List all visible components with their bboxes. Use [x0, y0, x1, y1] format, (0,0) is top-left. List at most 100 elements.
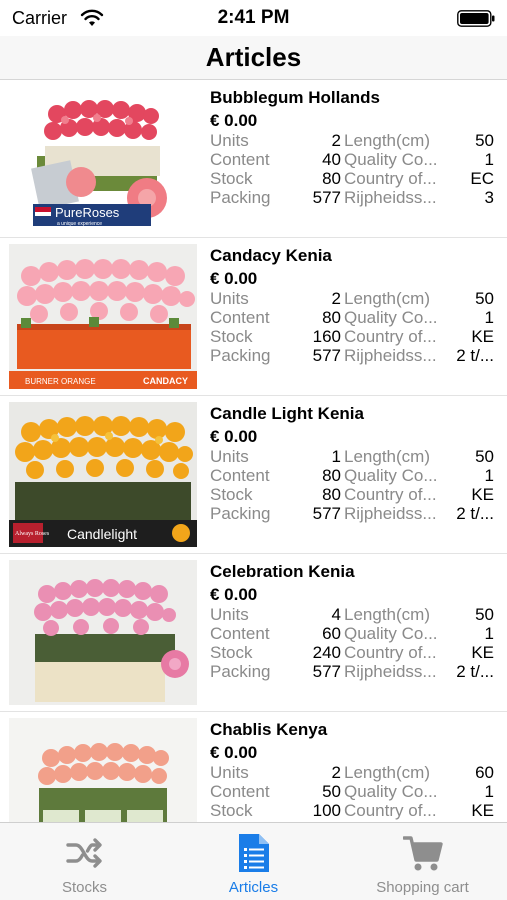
units-label: Units [210, 447, 249, 466]
article-name: Candacy Kenia [210, 246, 332, 265]
units-value: 4 [331, 605, 341, 624]
article-price: € 0.00 [210, 269, 258, 288]
content-value: 60 [322, 624, 341, 643]
ripeness-label: Rijpheidss... [344, 504, 437, 523]
ripeness-value: 2 t/... [456, 662, 494, 681]
quality-label: Quality Co... [344, 308, 438, 327]
country-label: Country of... [344, 327, 437, 346]
units-value: 2 [331, 131, 341, 150]
article-thumbnail: Always Roses Candlelight [9, 402, 197, 547]
ripeness-label: Rijpheidss... [344, 346, 437, 365]
units-value: 2 [331, 289, 341, 308]
length-label: Length(cm) [344, 605, 430, 624]
stock-value: 80 [322, 485, 341, 504]
page-title: Articles [205, 42, 302, 72]
tab-label: Articles [228, 879, 279, 896]
article-price: € 0.00 [210, 585, 258, 604]
content-value: 50 [322, 782, 341, 801]
quality-value: 1 [484, 466, 494, 485]
status-bar: Carrier 2:41 PM [0, 0, 507, 36]
article-list[interactable]: PureRoses a unique experience Bubblegum … [0, 80, 507, 822]
shuffle-icon [65, 838, 102, 868]
article-info: Celebration Kenia € 0.00 Units 4 Length(cm… [210, 562, 498, 681]
quality-label: Quality Co... [344, 466, 438, 485]
content-value: 80 [322, 466, 341, 485]
quality-value: 1 [484, 782, 494, 801]
length-label: Length(cm) [344, 289, 430, 308]
quality-value: 1 [484, 150, 494, 169]
units-value: 1 [331, 447, 341, 466]
article-price: € 0.00 [210, 743, 258, 762]
article-name: Celebration Kenia [210, 562, 355, 581]
content-label: Content [210, 624, 270, 643]
image-caption: Candlelight [67, 526, 137, 542]
country-value: KE [471, 485, 494, 504]
tab-stocks[interactable]: Stocks [0, 823, 169, 900]
article-price: € 0.00 [210, 111, 258, 130]
content-value: 80 [322, 308, 341, 327]
article-thumbnail: PureRoses a unique experience [9, 86, 197, 231]
document-list-icon [238, 834, 269, 872]
country-label: Country of... [344, 643, 437, 662]
country-value: KE [471, 327, 494, 346]
ripeness-value: 2 t/... [456, 346, 494, 365]
units-value: 2 [331, 763, 341, 782]
length-value: 50 [475, 447, 494, 466]
content-label: Content [210, 782, 270, 801]
battery-icon [457, 10, 495, 27]
stock-value: 240 [312, 643, 341, 662]
cart-icon [402, 836, 443, 871]
article-row[interactable]: PureRoses a unique experience Bubblegum … [0, 80, 507, 238]
length-value: 50 [475, 131, 494, 150]
rose-bouquet-image: Always Roses Candlelight [9, 402, 197, 547]
article-thumbnail: BURNER ORANGE CANDACY [9, 244, 197, 389]
article-row[interactable]: BURNER ORANGE CANDACY Candacy Kenia € 0.… [0, 238, 507, 396]
stock-value: 100 [312, 801, 341, 820]
article-info: Candle Light Kenia € 0.00 Units 1 Length(c… [210, 404, 498, 523]
quality-value: 1 [484, 308, 494, 327]
packing-label: Packing [210, 662, 271, 681]
units-label: Units [210, 763, 249, 782]
image-subcaption: Always Roses [15, 531, 50, 537]
image-subcaption: CANDACY [143, 376, 188, 386]
tab-articles[interactable]: Articles [169, 823, 338, 900]
rose-bouquet-image: PureRoses a unique experience [9, 86, 197, 231]
article-info: Candacy Kenia € 0.00 Units 2 Length(cm) 50 … [210, 246, 498, 365]
article-row[interactable]: Always Roses Candlelight Candle Light Ke… [0, 396, 507, 554]
article-info: Bubblegum Hollands € 0.00 Units 2 Length(c… [210, 88, 498, 207]
length-value: 50 [475, 289, 494, 308]
stock-label: Stock [210, 327, 253, 346]
country-value: KE [471, 801, 494, 820]
content-label: Content [210, 308, 270, 327]
tab-shopping-cart[interactable]: Shopping cart [338, 823, 507, 900]
packing-label: Packing [210, 346, 271, 365]
article-thumbnail [9, 560, 197, 705]
length-value: 60 [475, 763, 494, 782]
article-name: Bubblegum Hollands [210, 88, 380, 107]
length-label: Length(cm) [344, 447, 430, 466]
stock-label: Stock [210, 643, 253, 662]
country-value: EC [470, 169, 494, 188]
packing-value: 577 [312, 346, 341, 365]
navigation-bar: Articles [0, 36, 507, 80]
ripeness-label: Rijpheidss... [344, 662, 437, 681]
article-row[interactable]: Chablis Kenya € 0.00 Units 2 Length(cm) 60 … [0, 712, 507, 822]
stock-label: Stock [210, 485, 253, 504]
country-label: Country of... [344, 801, 437, 820]
length-value: 50 [475, 605, 494, 624]
article-row[interactable]: Celebration Kenia € 0.00 Units 4 Length(cm… [0, 554, 507, 712]
content-label: Content [210, 466, 270, 485]
country-label: Country of... [344, 169, 437, 188]
article-price: € 0.00 [210, 427, 258, 446]
quality-label: Quality Co... [344, 624, 438, 643]
ripeness-value: 3 [484, 188, 494, 207]
units-label: Units [210, 131, 249, 150]
units-label: Units [210, 289, 249, 308]
rose-bouquet-image [9, 560, 197, 705]
length-label: Length(cm) [344, 763, 430, 782]
country-value: KE [471, 643, 494, 662]
ripeness-label: Rijpheidss... [344, 188, 437, 207]
packing-value: 577 [312, 504, 341, 523]
image-caption: PureRoses [55, 205, 120, 220]
tab-label: Shopping cart [376, 879, 469, 896]
